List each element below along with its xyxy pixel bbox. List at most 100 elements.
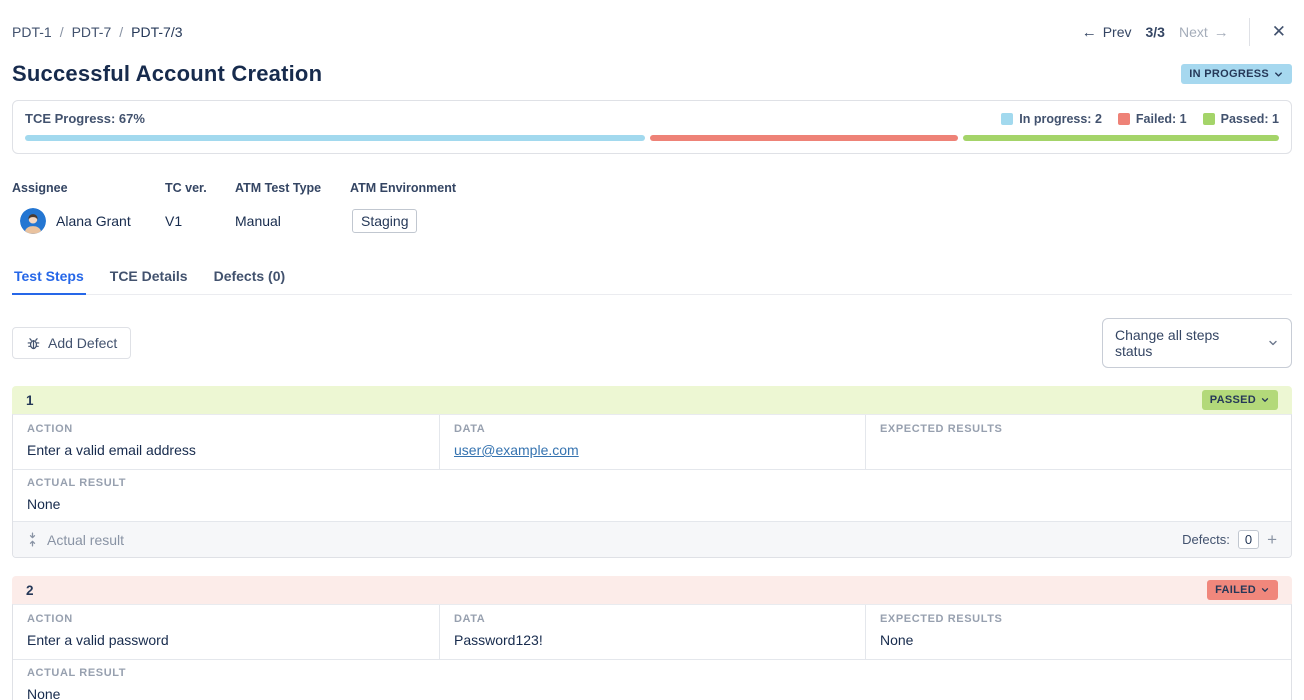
actual-result-label: ACTUAL RESULT — [27, 667, 1277, 679]
expected-results-label: EXPECTED RESULTS — [880, 423, 1277, 435]
next-label: Next — [1179, 24, 1208, 40]
step-2-actual-result: ACTUAL RESULT None — [13, 659, 1291, 700]
breadcrumb-item-1[interactable]: PDT-1 — [12, 24, 52, 40]
add-defect-button[interactable]: Add Defect — [12, 327, 131, 359]
action-value: Enter a valid email address — [27, 442, 425, 459]
execution-fields: Assignee Alana Grant TC ver. V1 ATM Test… — [12, 181, 1292, 234]
add-defect-plus-icon[interactable]: + — [1267, 531, 1277, 548]
tab-test-steps[interactable]: Test Steps — [12, 264, 86, 295]
tc-ver-label: TC ver. — [165, 181, 235, 195]
actual-result-value: None — [27, 686, 1277, 700]
legend-in-progress-label: In progress: 2 — [1019, 112, 1102, 126]
left-arrow-icon: ← — [1082, 24, 1097, 41]
chevron-down-icon — [1260, 395, 1270, 405]
actual-result-value: None — [27, 496, 1277, 513]
test-execution-page: PDT-1 / PDT-7 / PDT-7/3 ← Prev 3/3 Next … — [0, 0, 1304, 700]
field-test-type: ATM Test Type Manual — [235, 181, 350, 234]
step-1-defects: Defects: 0 + — [1182, 530, 1277, 549]
step-1-expected-cell: EXPECTED RESULTS — [865, 415, 1291, 469]
in-progress-swatch-icon — [1001, 113, 1013, 125]
right-arrow-icon: → — [1214, 24, 1229, 41]
tce-progress-label: TCE Progress: 67% — [25, 111, 145, 126]
test-type-value: Manual — [235, 208, 350, 234]
change-all-steps-status-select[interactable]: Change all steps status — [1102, 318, 1292, 368]
add-defect-label: Add Defect — [48, 335, 117, 351]
tce-progress-card: TCE Progress: 67% In progress: 2 Failed:… — [12, 100, 1292, 154]
change-all-steps-status-label: Change all steps status — [1115, 327, 1257, 359]
data-value: Password123! — [454, 632, 851, 649]
expected-results-label: EXPECTED RESULTS — [880, 613, 1277, 625]
step-1-action-cell: ACTION Enter a valid email address — [13, 415, 439, 469]
passed-swatch-icon — [1203, 113, 1215, 125]
legend-failed-label: Failed: 1 — [1136, 112, 1187, 126]
prev-button[interactable]: ← Prev — [1082, 24, 1132, 41]
prev-label: Prev — [1103, 24, 1132, 40]
tab-defects[interactable]: Defects (0) — [212, 264, 288, 295]
action-label: ACTION — [27, 613, 425, 625]
progress-segment-passed — [963, 135, 1279, 141]
page-title: Successful Account Creation — [12, 61, 322, 87]
progress-segment-failed — [650, 135, 959, 141]
breadcrumb-item-3: PDT-7/3 — [131, 24, 182, 40]
breadcrumb-separator: / — [119, 24, 123, 40]
step-number: 1 — [26, 393, 34, 408]
step-1-header: 1 PASSED — [12, 386, 1292, 414]
steps-toolbar: Add Defect Change all steps status — [12, 318, 1292, 368]
tce-progress-bar — [25, 135, 1279, 141]
assignee-label: Assignee — [12, 181, 165, 195]
chevron-down-icon — [1273, 69, 1284, 80]
pager-counter: 3/3 — [1145, 24, 1164, 40]
actual-result-label: ACTUAL RESULT — [27, 477, 1277, 489]
data-link[interactable]: user@example.com — [454, 442, 579, 458]
avatar — [20, 208, 46, 234]
step-1-actual-result: ACTUAL RESULT None — [13, 469, 1291, 521]
environment-label: ATM Environment — [350, 181, 456, 195]
field-assignee: Assignee Alana Grant — [12, 181, 165, 234]
step-number: 2 — [26, 583, 34, 598]
expected-results-value: None — [880, 632, 1277, 649]
step-2-action-cell: ACTION Enter a valid password — [13, 605, 439, 659]
next-button[interactable]: Next → — [1179, 24, 1229, 41]
chevron-down-icon — [1260, 585, 1270, 595]
progress-legend: In progress: 2 Failed: 1 Passed: 1 — [1001, 112, 1279, 126]
divider — [1249, 18, 1250, 46]
step-1-footer: Actual result Defects: 0 + — [13, 521, 1291, 557]
step-1-status-dropdown[interactable]: PASSED — [1202, 390, 1278, 410]
step-1-actual-result-input[interactable]: Actual result — [27, 532, 1182, 548]
legend-passed: Passed: 1 — [1203, 112, 1279, 126]
step-status-label: FAILED — [1215, 584, 1256, 596]
step-2-header: 2 FAILED — [12, 576, 1292, 604]
tce-status-dropdown[interactable]: IN PROGRESS — [1181, 64, 1292, 84]
step-1-data-cell: DATA user@example.com — [439, 415, 865, 469]
chevron-down-icon — [1267, 337, 1279, 349]
step-2-status-dropdown[interactable]: FAILED — [1207, 580, 1278, 600]
step-status-label: PASSED — [1210, 394, 1256, 406]
test-step-card-1: 1 PASSED ACTION Enter a valid email addr… — [12, 386, 1292, 558]
step-pager: ← Prev 3/3 Next → ✕ — [1082, 18, 1292, 46]
progress-segment-in-progress — [25, 135, 645, 141]
legend-failed: Failed: 1 — [1118, 112, 1187, 126]
expected-results-value — [880, 442, 1277, 459]
tce-status-label: IN PROGRESS — [1189, 68, 1269, 80]
step-2-data-cell: DATA Password123! — [439, 605, 865, 659]
close-icon[interactable]: ✕ — [1266, 20, 1292, 44]
tc-ver-value: V1 — [165, 208, 235, 234]
breadcrumb-item-2[interactable]: PDT-7 — [72, 24, 112, 40]
legend-in-progress: In progress: 2 — [1001, 112, 1102, 126]
test-type-label: ATM Test Type — [235, 181, 350, 195]
field-tc-ver: TC ver. V1 — [165, 181, 235, 234]
legend-passed-label: Passed: 1 — [1221, 112, 1279, 126]
breadcrumb: PDT-1 / PDT-7 / PDT-7/3 — [12, 24, 183, 40]
actual-result-placeholder: Actual result — [47, 532, 124, 548]
tab-bar: Test Steps TCE Details Defects (0) — [12, 264, 1292, 295]
bug-icon — [26, 336, 41, 351]
defects-count-box: 0 — [1238, 530, 1259, 549]
assignee-name: Alana Grant — [56, 213, 131, 229]
collapse-icon — [27, 532, 38, 547]
step-2-expected-cell: EXPECTED RESULTS None — [865, 605, 1291, 659]
test-step-card-2: 2 FAILED ACTION Enter a valid password D… — [12, 576, 1292, 700]
title-row: Successful Account Creation IN PROGRESS — [12, 61, 1292, 87]
defects-label: Defects: — [1182, 532, 1230, 547]
tab-tce-details[interactable]: TCE Details — [108, 264, 190, 295]
data-label: DATA — [454, 423, 851, 435]
